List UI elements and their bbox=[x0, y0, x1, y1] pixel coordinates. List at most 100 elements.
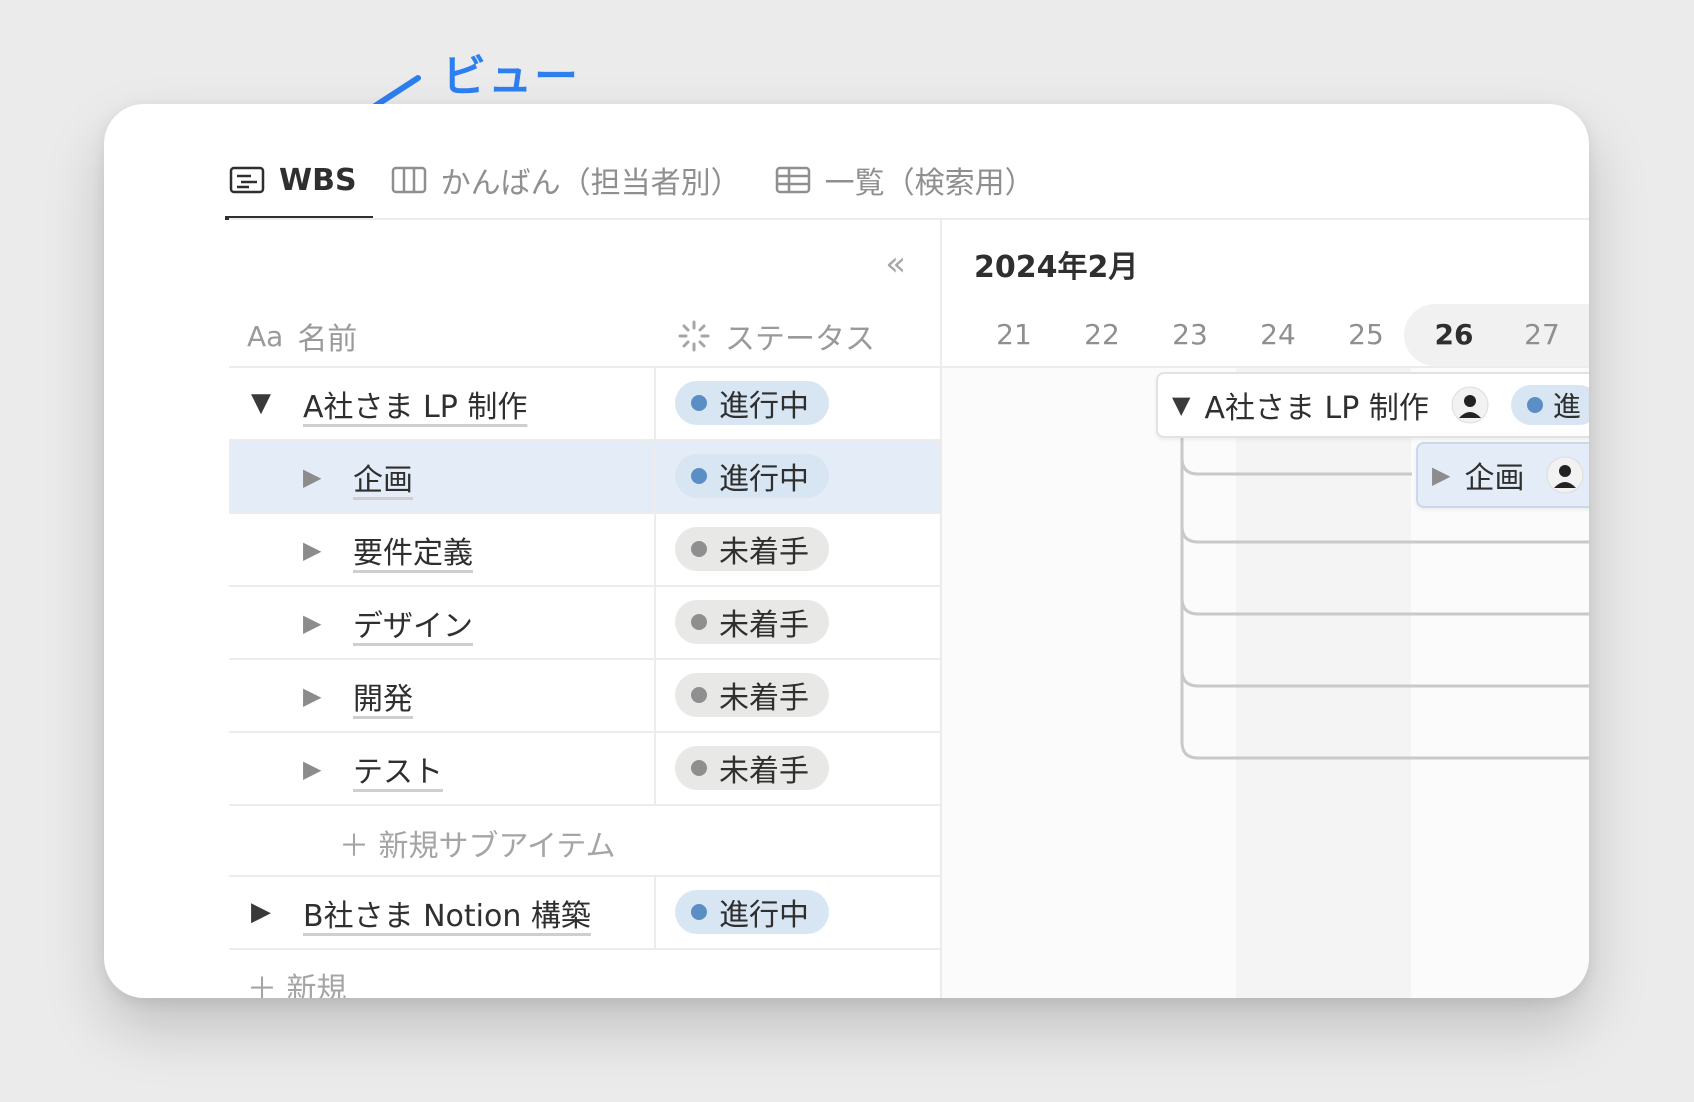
status-badge: 未着手 bbox=[675, 746, 829, 790]
status-dot bbox=[691, 904, 707, 920]
status-cell[interactable]: 進行中 bbox=[656, 877, 940, 948]
status-cell[interactable]: 未着手 bbox=[656, 514, 940, 585]
status-cell[interactable]: 未着手 bbox=[656, 733, 940, 804]
status-label: 未着手 bbox=[719, 681, 809, 716]
table-icon bbox=[775, 166, 810, 194]
expand-toggle-icon[interactable]: ▶ bbox=[303, 755, 321, 783]
status-cell[interactable]: 進行中 bbox=[656, 441, 940, 512]
timeline-bar-label: A社さま LP 制作 bbox=[1204, 391, 1429, 426]
expand-toggle-icon[interactable]: ▶ bbox=[303, 463, 321, 491]
table-rows: ▼ A社さま LP 制作 進行中 ▶ 企画 進行中 ▶ 要件定義 未着手 ▶ デ… bbox=[229, 368, 940, 998]
timeline-day-today: 26 bbox=[1434, 318, 1474, 351]
status-badge: 未着手 bbox=[675, 600, 829, 644]
tab-label: かんばん（担当者別） bbox=[440, 166, 741, 201]
status-label: 未着手 bbox=[719, 754, 809, 789]
table-row-design[interactable]: ▶ デザイン 未着手 bbox=[229, 587, 940, 660]
status-dot bbox=[691, 614, 707, 630]
row-title[interactable]: 企画 bbox=[353, 455, 413, 499]
timeline-day: 25 bbox=[1348, 318, 1384, 351]
row-title[interactable]: B社さま Notion 構築 bbox=[303, 891, 591, 935]
status-property-icon bbox=[678, 320, 710, 352]
expand-toggle-icon[interactable]: ▶ bbox=[303, 536, 321, 564]
text-property-icon: Aa bbox=[247, 319, 284, 353]
board-icon bbox=[391, 166, 426, 194]
wbs-table: « Aa 名前 ステータス ▼ A社さま LP 制作 進行中 ▶ 企画 進行中 … bbox=[229, 220, 940, 998]
status-cell[interactable]: 未着手 bbox=[656, 587, 940, 658]
table-header: Aa 名前 ステータス bbox=[229, 304, 940, 368]
status-cell[interactable]: 未着手 bbox=[656, 660, 940, 731]
timeline-day: 24 bbox=[1260, 318, 1296, 351]
timeline-bar-label: 企画 bbox=[1464, 461, 1525, 496]
annotation-label: ビュー bbox=[442, 51, 580, 102]
row-title[interactable]: 開発 bbox=[353, 674, 413, 718]
name-cell: ▼ A社さま LP 制作 bbox=[229, 368, 656, 439]
timeline-icon bbox=[229, 166, 265, 194]
column-header-label: 名前 bbox=[297, 322, 358, 357]
expand-toggle-icon[interactable]: ▶ bbox=[251, 897, 271, 927]
tab-label: 一覧（検索用） bbox=[824, 166, 1035, 201]
status-label: 進行中 bbox=[719, 389, 809, 424]
new-item-button[interactable]: ＋ 新規 bbox=[247, 964, 347, 998]
status-label: 未着手 bbox=[719, 535, 809, 570]
collapse-toggle-icon[interactable]: ▼ bbox=[1172, 391, 1190, 419]
timeline-day-header: 21 22 23 24 25 26 27 bbox=[942, 304, 1589, 368]
name-cell: ▶ 開発 bbox=[229, 660, 656, 731]
table-row-test[interactable]: ▶ テスト 未着手 bbox=[229, 733, 940, 806]
new-item-row: ＋ 新規 bbox=[229, 950, 940, 998]
new-sub-item-button[interactable]: ＋ 新規サブアイテム bbox=[339, 821, 616, 865]
collapse-table-button[interactable]: « bbox=[885, 244, 906, 284]
tab-kanban[interactable]: かんばん（担当者別） bbox=[391, 144, 741, 216]
row-title[interactable]: 要件定義 bbox=[353, 528, 473, 572]
timeline-bar-a-lp[interactable]: ▼ A社さま LP 制作 進 bbox=[1156, 372, 1589, 438]
row-title[interactable]: A社さま LP 制作 bbox=[303, 382, 527, 426]
expand-toggle-icon[interactable]: ▶ bbox=[303, 609, 321, 637]
status-badge: 未着手 bbox=[675, 527, 829, 571]
column-header-status[interactable]: ステータス bbox=[677, 314, 875, 358]
new-sub-item-row: ＋ 新規サブアイテム bbox=[229, 806, 940, 877]
table-row-youken[interactable]: ▶ 要件定義 未着手 bbox=[229, 514, 940, 587]
status-dot bbox=[691, 760, 707, 776]
column-header-label: ステータス bbox=[725, 322, 875, 357]
status-dot bbox=[1526, 397, 1543, 413]
tab-wbs[interactable]: WBS bbox=[225, 144, 373, 220]
status-cell[interactable]: 進行中 bbox=[656, 368, 940, 439]
table-row-a-lp[interactable]: ▼ A社さま LP 制作 進行中 bbox=[229, 368, 940, 441]
assignee-avatar-icon bbox=[1451, 386, 1489, 424]
view-tabs: WBS かんばん（担当者別） 一覧（検索用） bbox=[225, 144, 1069, 220]
status-dot bbox=[691, 541, 707, 557]
status-label: 進行中 bbox=[719, 462, 809, 497]
expand-toggle-icon[interactable]: ▶ bbox=[1432, 461, 1450, 489]
status-badge: 進行中 bbox=[675, 890, 829, 934]
timeline-bar-kikaku[interactable]: ▶ 企画 bbox=[1416, 442, 1589, 508]
status-label: 進 bbox=[1552, 390, 1581, 423]
timeline-month: 2024年2月 bbox=[974, 250, 1139, 285]
timeline-day: 23 bbox=[1172, 318, 1208, 351]
status-dot bbox=[691, 468, 707, 484]
table-row-kikaku[interactable]: ▶ 企画 進行中 bbox=[229, 441, 940, 514]
status-badge: 未着手 bbox=[675, 673, 829, 717]
name-cell: ▶ テスト bbox=[229, 733, 656, 804]
timeline-panel: 2024年2月 21 22 23 24 25 26 27 ▼ A社さま LP 制… bbox=[940, 220, 1589, 998]
column-header-name[interactable]: Aa 名前 bbox=[247, 314, 357, 358]
assignee-avatar-icon bbox=[1546, 456, 1584, 494]
tab-list[interactable]: 一覧（検索用） bbox=[775, 144, 1035, 216]
timeline-body: ▼ A社さま LP 制作 進 ▶ 企画 bbox=[942, 368, 1589, 998]
timeline-day: 21 bbox=[996, 318, 1032, 351]
expand-toggle-icon[interactable]: ▶ bbox=[303, 682, 321, 710]
row-title[interactable]: テスト bbox=[353, 747, 443, 791]
status-badge: 進行中 bbox=[675, 381, 829, 425]
status-badge: 進 bbox=[1510, 385, 1589, 425]
status-dot bbox=[691, 687, 707, 703]
name-cell: ▶ デザイン bbox=[229, 587, 656, 658]
name-cell: ▶ 企画 bbox=[229, 441, 656, 512]
row-title[interactable]: デザイン bbox=[353, 601, 473, 645]
status-label: 進行中 bbox=[719, 898, 809, 933]
table-row-kaihatsu[interactable]: ▶ 開発 未着手 bbox=[229, 660, 940, 733]
collapse-toggle-icon[interactable]: ▼ bbox=[251, 388, 271, 418]
database-card: WBS かんばん（担当者別） 一覧（検索用） « Aa 名前 ステータス ▼ A… bbox=[104, 104, 1589, 998]
status-dot bbox=[691, 395, 707, 411]
timeline-day: 27 bbox=[1524, 318, 1560, 351]
tab-label: WBS bbox=[279, 162, 357, 198]
status-label: 未着手 bbox=[719, 608, 809, 643]
table-row-b-notion[interactable]: ▶ B社さま Notion 構築 進行中 bbox=[229, 877, 940, 950]
